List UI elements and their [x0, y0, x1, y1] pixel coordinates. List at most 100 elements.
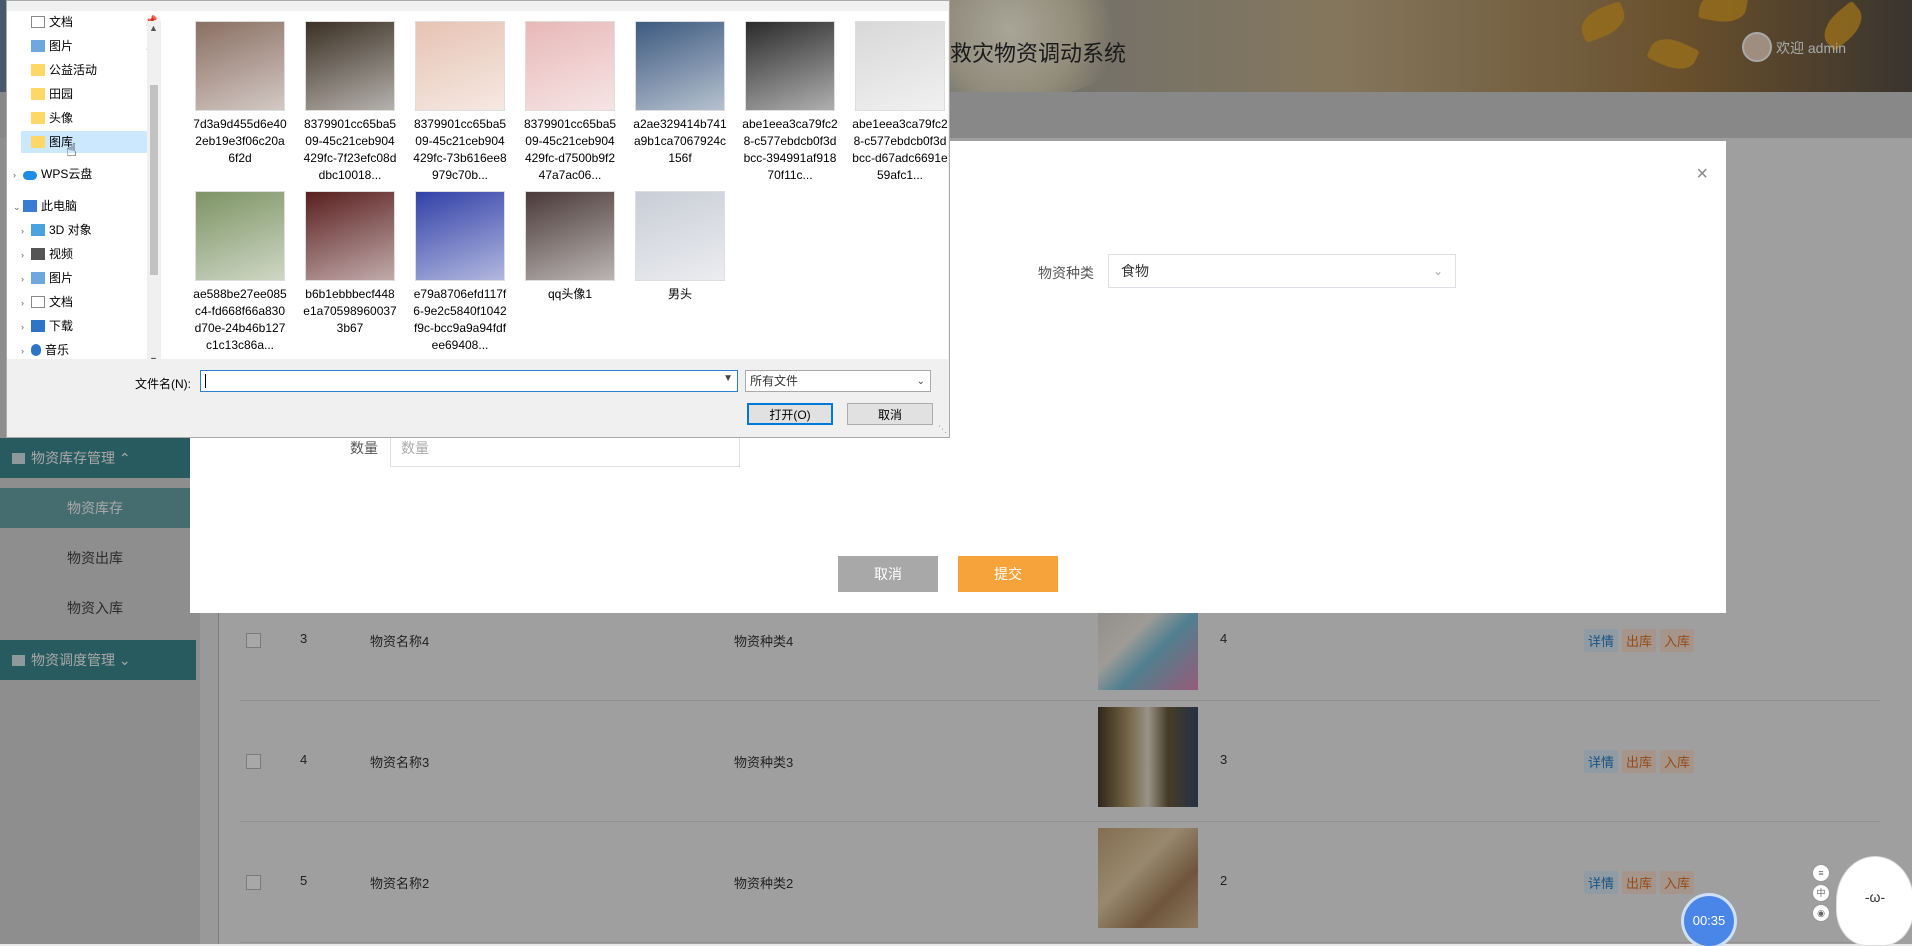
nav-label: 文档 — [49, 295, 74, 309]
nav-item-videos[interactable]: › 视频 — [21, 243, 147, 265]
nav-label: WPS云盘 — [41, 167, 93, 181]
file-thumbnail — [525, 191, 615, 281]
file-item[interactable]: 8379901cc65ba509-45c21ceb904429fc-7f23ef… — [302, 21, 398, 184]
cloud-icon — [23, 171, 37, 180]
3d-objects-icon — [31, 224, 45, 236]
folder-icon — [31, 112, 45, 124]
file-name: abe1eea3ca79fc28-c577ebdcb0f3dbcc-394991… — [742, 117, 838, 182]
doc-icon — [31, 16, 45, 28]
nav-item-pictures[interactable]: › 图片 — [21, 267, 147, 289]
file-thumbnail — [305, 21, 395, 111]
nav-label: 下载 — [49, 319, 74, 333]
doc-icon — [31, 296, 45, 308]
file-item[interactable]: ae588be27ee085c4-fd668f66a830d70e-24b46b… — [192, 191, 288, 354]
file-thumbnail — [195, 191, 285, 281]
text-cursor — [205, 374, 206, 388]
nav-item-downloads[interactable]: › 下载 — [21, 315, 147, 337]
nav-label: 文档 — [49, 15, 74, 29]
filename-label: 文件名(N): — [135, 377, 191, 391]
file-open-dialog: 文档📌 图片📌 公益活动 田园 头像 图库 ›WPS云盘 ⌄此电脑 ›3D 对象… — [6, 0, 950, 438]
file-thumbnail — [195, 21, 285, 111]
scrollbar-thumb[interactable] — [150, 85, 158, 275]
file-item[interactable]: abe1eea3ca79fc28-c577ebdcb0f3dbcc-394991… — [742, 21, 838, 184]
nav-label: 此电脑 — [41, 199, 78, 213]
cancel-button[interactable]: 取消 — [838, 556, 938, 592]
computer-icon — [23, 200, 37, 212]
hand-cursor-icon: ☝ — [66, 140, 77, 160]
nav-label: 图片 — [49, 39, 74, 53]
nav-item-gallery[interactable]: 图库 — [21, 131, 147, 153]
close-icon[interactable]: × — [1696, 163, 1708, 186]
nav-item-documents-pc[interactable]: › 文档 — [21, 291, 147, 313]
nav-item-this-pc[interactable]: ⌄ 此电脑 — [13, 195, 147, 217]
submit-button[interactable]: 提交 — [958, 556, 1058, 592]
nav-label: 田园 — [49, 87, 74, 101]
nav-item-folder[interactable]: 头像 — [21, 107, 147, 129]
filetype-select[interactable]: 所有文件 ⌄ — [745, 370, 931, 392]
filename-input[interactable]: ▼ — [200, 370, 738, 392]
file-item[interactable]: 7d3a9d455d6e402eb19e3f06c20a6f2d — [192, 21, 288, 167]
nav-label: 图片 — [49, 271, 74, 285]
file-item[interactable]: abe1eea3ca79fc28-c577ebdcb0f3dbcc-d67adc… — [852, 21, 948, 184]
file-thumbnail — [635, 191, 725, 281]
category-label: 物资种类 — [1038, 265, 1094, 281]
folder-icon — [31, 136, 45, 148]
file-item[interactable]: 8379901cc65ba509-45c21ceb904429fc-d7500b… — [522, 21, 618, 184]
category-select[interactable]: 食物 ⌄ — [1108, 254, 1456, 288]
folder-icon — [31, 88, 45, 100]
file-name: 8379901cc65ba509-45c21ceb904429fc-d7500b… — [523, 117, 617, 182]
nav-item-pictures-quick[interactable]: 图片📌 — [21, 35, 157, 57]
nav-label: 视频 — [49, 247, 74, 261]
file-thumbnail — [855, 21, 945, 111]
nav-label: 公益活动 — [49, 63, 98, 77]
file-name: b6b1ebbbecf448e1a705989600373b67 — [303, 287, 397, 335]
menu-icon[interactable]: ≡ — [1812, 864, 1830, 882]
nav-item-folder[interactable]: 公益活动 — [21, 59, 147, 81]
nav-item-3d-objects[interactable]: › 3D 对象 — [21, 219, 147, 241]
file-thumbnail — [635, 21, 725, 111]
nav-item-folder[interactable]: 田园 — [21, 83, 147, 105]
file-name: 8379901cc65ba509-45c21ceb904429fc-7f23ef… — [303, 117, 397, 182]
nav-label: 头像 — [49, 111, 74, 125]
file-item[interactable]: qq头像1 — [522, 191, 618, 303]
nav-item-music[interactable]: › 音乐 — [21, 339, 147, 359]
nav-item-documents[interactable]: 文档📌 — [21, 11, 157, 33]
file-name: a2ae329414b741a9b1ca7067924c156f — [633, 117, 727, 165]
file-name: e79a8706efd117f6-9e2c5840f1042f9c-bcc9a9… — [413, 287, 507, 352]
file-thumbnail — [305, 191, 395, 281]
category-value: 食物 — [1121, 263, 1149, 279]
file-list: 7d3a9d455d6e402eb19e3f06c20a6f2d 8379901… — [162, 11, 948, 359]
file-name: 8379901cc65ba509-45c21ceb904429fc-73b616… — [413, 117, 507, 182]
skin-icon[interactable]: ◉ — [1812, 904, 1830, 922]
file-item[interactable]: a2ae329414b741a9b1ca7067924c156f — [632, 21, 728, 167]
file-name: qq头像1 — [547, 287, 593, 301]
nav-scrollbar[interactable]: ▲ ▼ — [147, 21, 161, 359]
file-item[interactable]: e79a8706efd117f6-9e2c5840f1042f9c-bcc9a9… — [412, 191, 508, 354]
file-thumbnail — [525, 21, 615, 111]
chevron-down-icon: ⌄ — [916, 376, 925, 387]
nav-label: 3D 对象 — [49, 223, 92, 237]
file-item[interactable]: b6b1ebbbecf448e1a705989600373b67 — [302, 191, 398, 337]
nav-item-wps-cloud[interactable]: › WPS云盘 — [13, 163, 147, 185]
file-name: abe1eea3ca79fc28-c577ebdcb0f3dbcc-d67adc… — [852, 117, 948, 182]
file-thumbnail — [745, 21, 835, 111]
quantity-label: 数量 — [350, 440, 378, 456]
picture-icon — [31, 40, 45, 52]
dialog-cancel-button[interactable]: 取消 — [847, 403, 933, 425]
video-icon — [31, 248, 45, 260]
file-thumbnail — [415, 191, 505, 281]
file-name: 7d3a9d455d6e402eb19e3f06c20a6f2d — [193, 117, 287, 165]
scroll-up-icon[interactable]: ▲ — [149, 23, 158, 33]
music-icon — [31, 344, 41, 356]
scroll-down-icon[interactable]: ▼ — [149, 355, 158, 359]
picture-icon — [31, 272, 45, 284]
open-button[interactable]: 打开(O) — [747, 403, 833, 425]
timer-badge[interactable]: 00:35 — [1684, 896, 1734, 946]
file-item[interactable]: 男头 — [632, 191, 728, 303]
mascot-widget[interactable]: -ω- — [1836, 856, 1912, 946]
language-icon[interactable]: 中 — [1812, 884, 1830, 902]
chevron-down-icon[interactable]: ▼ — [723, 373, 733, 384]
resize-grip-icon[interactable]: ⋱ — [938, 424, 947, 435]
file-name: 男头 — [667, 287, 692, 301]
file-item[interactable]: 8379901cc65ba509-45c21ceb904429fc-73b616… — [412, 21, 508, 184]
